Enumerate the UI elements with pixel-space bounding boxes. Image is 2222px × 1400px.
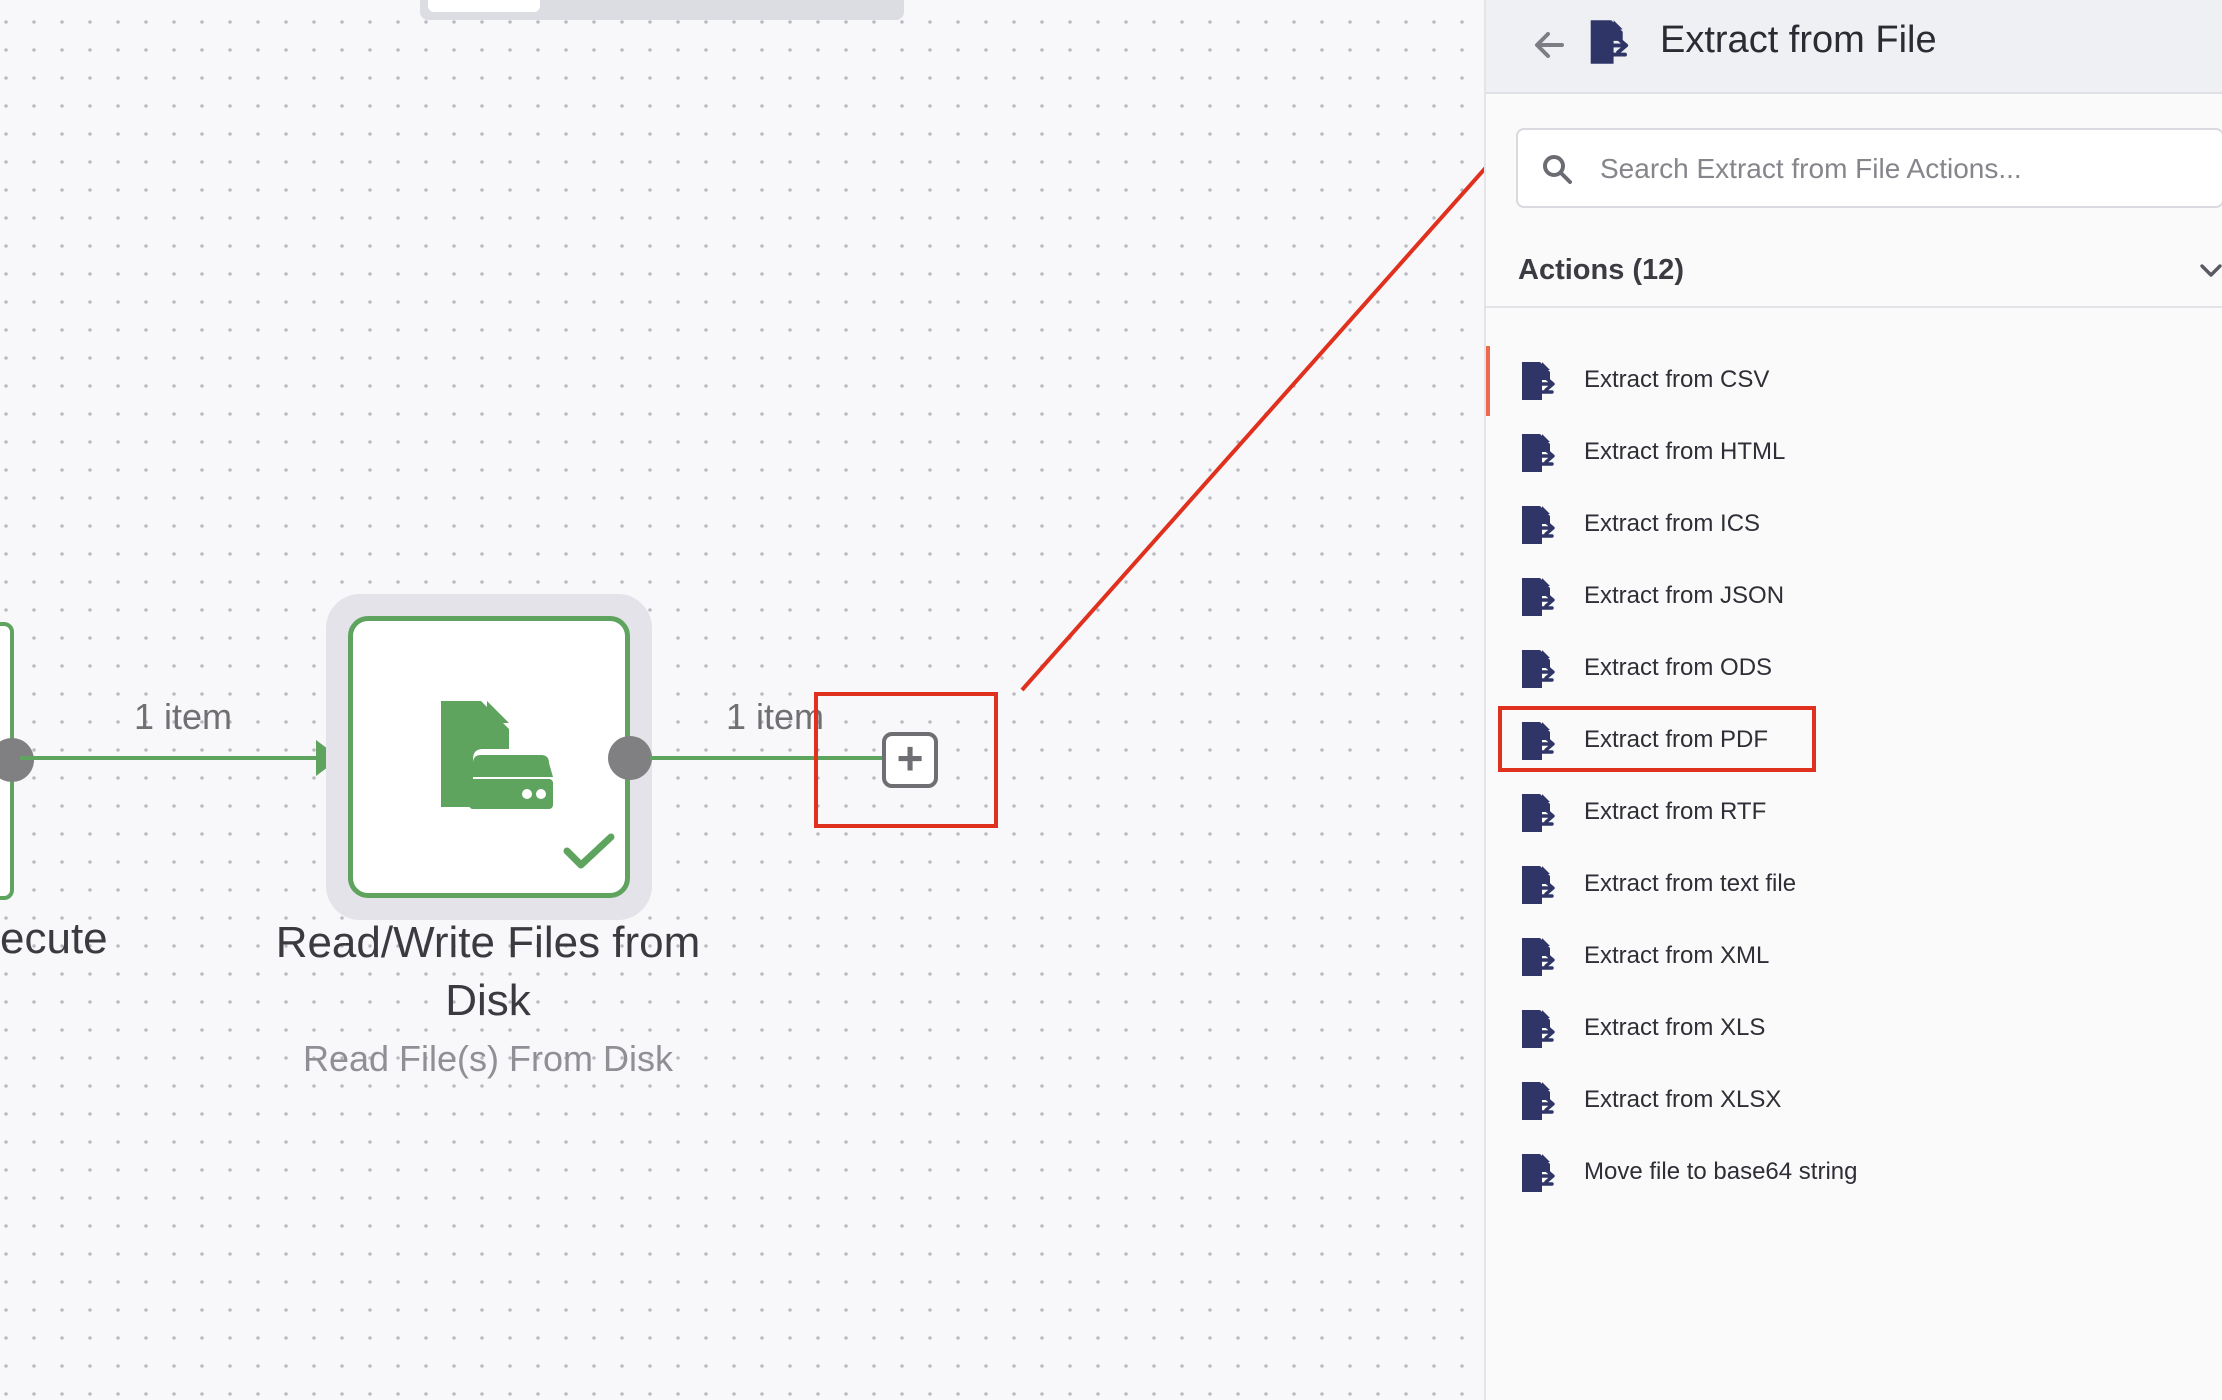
action-item-label: Move file to base64 string xyxy=(1584,1158,1858,1185)
action-list: Extract from CSV Extract from HTML Extract… xyxy=(1486,344,2222,1208)
action-item-label: Extract from CSV xyxy=(1584,366,1770,393)
action-item[interactable]: Extract from CSV xyxy=(1486,344,2222,416)
actions-section-header[interactable]: Actions (12) xyxy=(1486,236,2222,308)
action-item-label: Extract from RTF xyxy=(1584,798,1767,825)
previous-node-output-port[interactable] xyxy=(0,738,34,782)
extract-file-icon xyxy=(1518,576,1558,618)
action-item-label: Extract from text file xyxy=(1584,870,1797,897)
action-item-label: Extract from ICS xyxy=(1584,510,1761,537)
action-item[interactable]: Move file to base64 string xyxy=(1486,1136,2222,1208)
action-item[interactable]: Extract from HTML xyxy=(1486,416,2222,488)
extract-file-icon xyxy=(1518,504,1558,546)
node-output-port[interactable] xyxy=(608,736,652,780)
success-check-icon xyxy=(563,833,615,869)
node-title: Read/Write Files from Disk xyxy=(275,918,701,1025)
annotation-box xyxy=(814,692,998,828)
file-storage-icon xyxy=(441,701,553,809)
action-item-label: Extract from JSON xyxy=(1584,582,1785,609)
workflow-canvas[interactable]: ecute 1 item Read/Write Files from Disk … xyxy=(0,0,1484,1400)
action-item[interactable]: Extract from XLS xyxy=(1486,992,2222,1064)
extract-file-icon xyxy=(1518,864,1558,906)
extract-file-icon xyxy=(1518,792,1558,834)
extract-file-icon xyxy=(1590,20,1629,64)
canvas-top-tab[interactable] xyxy=(420,0,904,20)
action-item-label: Extract from ODS xyxy=(1584,654,1773,681)
extract-file-icon xyxy=(1518,936,1558,978)
extract-file-icon xyxy=(1518,1152,1558,1194)
action-item[interactable]: Extract from ODS xyxy=(1486,632,2222,704)
actions-section-title: Actions (12) xyxy=(1518,254,1684,286)
action-item-label: Extract from XML xyxy=(1584,942,1770,969)
action-item[interactable]: Extract from XML xyxy=(1486,920,2222,992)
panel-title: Extract from File xyxy=(1660,19,1937,61)
action-item[interactable]: Extract from ICS xyxy=(1486,488,2222,560)
search-box[interactable] xyxy=(1516,128,2222,208)
edge-item-count: 1 item xyxy=(726,696,825,737)
arrow-left-icon[interactable] xyxy=(1526,22,1572,68)
action-item[interactable]: Extract from RTF xyxy=(1486,776,2222,848)
action-item[interactable]: Extract from XLSX xyxy=(1486,1064,2222,1136)
read-write-files-node[interactable] xyxy=(348,616,630,898)
action-item[interactable]: Extract from text file xyxy=(1486,848,2222,920)
search-icon xyxy=(1543,155,1572,184)
extract-file-icon xyxy=(1518,648,1558,690)
extract-file-icon xyxy=(1518,432,1558,474)
chevron-down-icon[interactable] xyxy=(2198,258,2222,284)
extract-file-icon xyxy=(1518,360,1558,402)
edge-item-count: 1 item xyxy=(134,696,233,737)
panel-header: Extract from File xyxy=(1486,0,2222,94)
action-item-label: Extract from HTML xyxy=(1584,438,1786,465)
extract-file-icon xyxy=(1518,1008,1558,1050)
action-item[interactable]: Extract from JSON xyxy=(1486,560,2222,632)
node-creator-panel: Extract from File Actions (12) Extract f… xyxy=(1484,0,2222,1400)
search-input[interactable] xyxy=(1598,142,2202,196)
action-item-label: Extract from XLSX xyxy=(1584,1086,1782,1113)
action-item-label: Extract from XLS xyxy=(1584,1014,1766,1041)
annotation-box xyxy=(1498,706,1816,772)
node-subtitle: Read File(s) From Disk xyxy=(302,1038,674,1079)
previous-node-label: ecute xyxy=(0,914,108,963)
extract-file-icon xyxy=(1518,1080,1558,1122)
connection-wire[interactable] xyxy=(20,756,320,760)
